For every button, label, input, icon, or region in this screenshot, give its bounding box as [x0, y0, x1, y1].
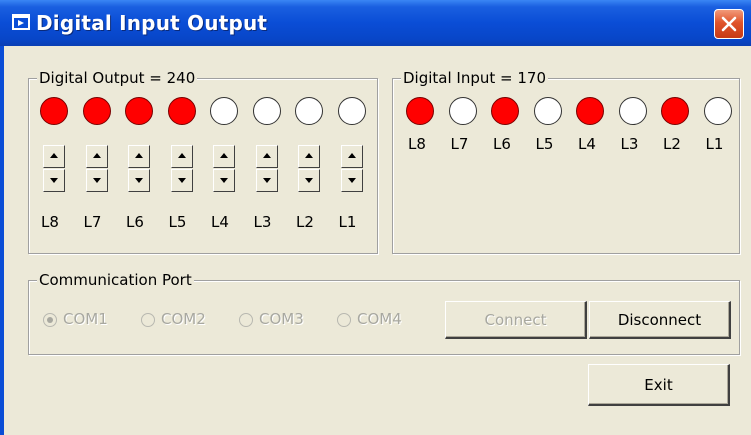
output-spinner-2[interactable]	[298, 145, 320, 193]
close-icon	[721, 16, 737, 32]
radio-com3[interactable]	[239, 313, 253, 327]
arrow-up-icon	[347, 153, 356, 158]
output-label: L5	[168, 213, 187, 231]
arrow-down-icon	[135, 178, 143, 183]
radio-com4[interactable]	[337, 313, 351, 327]
arrow-down-icon	[305, 178, 313, 183]
input-led-6	[491, 97, 519, 125]
input-label: L6	[493, 135, 511, 153]
spinner-down-button[interactable]	[255, 169, 278, 192]
arrow-up-icon	[177, 153, 186, 158]
spinner-down-button[interactable]	[128, 169, 150, 192]
radio-label-com1: COM1	[63, 310, 108, 328]
arrow-up-icon	[262, 153, 271, 158]
input-led-8	[406, 97, 434, 125]
output-spinner-8[interactable]	[43, 145, 65, 193]
communication-port-legend: Communication Port	[37, 271, 194, 289]
output-label: L7	[83, 213, 102, 231]
arrow-down-icon	[347, 178, 356, 183]
input-led-3	[618, 97, 647, 125]
window-title: Digital Input Output	[36, 11, 268, 35]
output-label: L1	[338, 213, 357, 231]
title-bar[interactable]: Digital Input Output	[0, 0, 751, 46]
output-spinner-5[interactable]	[170, 145, 193, 193]
arrow-up-icon	[92, 153, 101, 158]
output-label: L4	[211, 213, 229, 231]
output-led-8	[40, 97, 68, 125]
output-label: L6	[126, 213, 144, 231]
output-led-6	[125, 97, 153, 125]
arrow-up-icon	[305, 153, 313, 158]
input-led-5	[533, 97, 562, 125]
input-label: L4	[578, 135, 596, 153]
spinner-down-button[interactable]	[170, 169, 193, 192]
input-label: L3	[620, 135, 639, 153]
app-window-icon	[12, 14, 30, 30]
radio-com2[interactable]	[141, 313, 155, 327]
output-led-5	[167, 97, 196, 125]
output-led-1	[337, 97, 366, 125]
window-border	[0, 46, 4, 435]
output-spinner-4[interactable]	[213, 145, 235, 193]
output-spinner-3[interactable]	[255, 145, 278, 193]
output-led-3	[252, 97, 281, 125]
input-label: L2	[663, 135, 681, 153]
input-led-2	[661, 97, 689, 125]
input-label: L7	[450, 135, 469, 153]
spinner-down-button[interactable]	[213, 169, 235, 192]
output-spinner-1[interactable]	[340, 145, 363, 193]
spinner-down-button[interactable]	[85, 169, 108, 192]
digital-output-legend: Digital Output = 240	[37, 69, 198, 87]
spinner-up-button[interactable]	[298, 145, 320, 168]
output-spinner-7[interactable]	[85, 145, 108, 193]
disconnect-button[interactable]: Disconnect	[589, 301, 731, 339]
arrow-down-icon	[92, 178, 101, 183]
spinner-down-button[interactable]	[298, 169, 320, 192]
digital-input-legend: Digital Input = 170	[401, 69, 548, 87]
spinner-down-button[interactable]	[43, 169, 65, 192]
arrow-down-icon	[50, 178, 58, 183]
spinner-up-button[interactable]	[85, 145, 108, 168]
arrow-down-icon	[220, 178, 228, 183]
spinner-up-button[interactable]	[255, 145, 278, 168]
arrow-up-icon	[135, 153, 143, 158]
output-spinner-6[interactable]	[128, 145, 150, 193]
digital-input-group: Digital Input = 170 L8 L7 L6 L5 L4 L3 L2 L1	[392, 69, 740, 254]
output-led-4	[210, 97, 238, 125]
spinner-up-button[interactable]	[170, 145, 193, 168]
spinner-up-button[interactable]	[213, 145, 235, 168]
arrow-up-icon	[50, 153, 58, 158]
close-button[interactable]	[714, 9, 744, 39]
input-label: L8	[408, 135, 426, 153]
output-label: L2	[296, 213, 314, 231]
spinner-down-button[interactable]	[340, 169, 363, 192]
radio-label-com2: COM2	[161, 310, 206, 328]
input-label: L5	[535, 135, 554, 153]
arrow-down-icon	[177, 178, 186, 183]
input-led-1	[703, 97, 732, 125]
exit-button[interactable]: Exit	[588, 364, 730, 406]
spinner-up-button[interactable]	[340, 145, 363, 168]
input-label: L1	[705, 135, 724, 153]
output-led-2	[295, 97, 323, 125]
radio-label-com3: COM3	[259, 310, 304, 328]
output-label: L8	[41, 213, 59, 231]
connect-button[interactable]: Connect	[445, 301, 587, 339]
output-label: L3	[253, 213, 272, 231]
output-led-7	[82, 97, 111, 125]
input-led-7	[448, 97, 477, 125]
spinner-up-button[interactable]	[43, 145, 65, 168]
communication-port-group: Communication Port COM1 COM2 COM3 COM4 Conn…	[28, 271, 740, 355]
spinner-up-button[interactable]	[128, 145, 150, 168]
digital-output-group: Digital Output = 240 L8 L7 L6 L5 L4 L3 L2 L1	[28, 69, 378, 254]
input-led-4	[576, 97, 604, 125]
arrow-up-icon	[220, 153, 228, 158]
radio-selected-dot	[47, 317, 53, 323]
radio-com1[interactable]	[43, 313, 57, 327]
radio-label-com4: COM4	[357, 310, 402, 328]
arrow-down-icon	[262, 178, 271, 183]
